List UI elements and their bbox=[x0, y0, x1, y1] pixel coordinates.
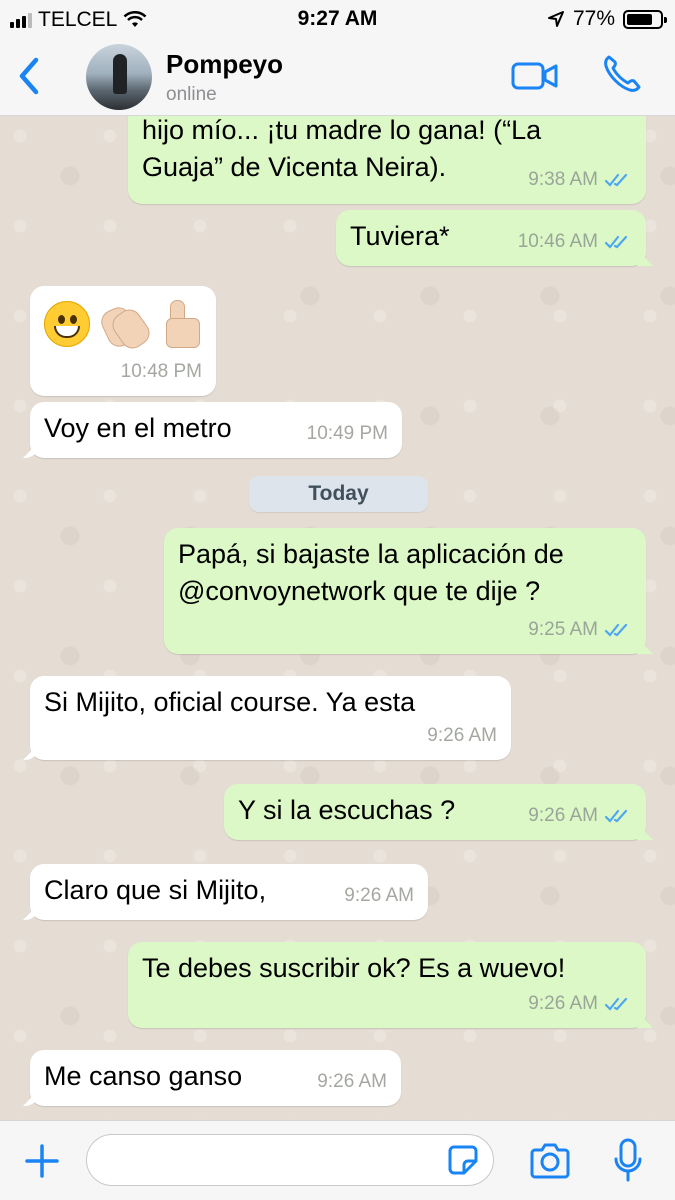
video-call-icon[interactable] bbox=[510, 58, 560, 94]
read-receipt-icon bbox=[604, 997, 628, 1011]
message-text: @convoynetwork que te dije ? bbox=[178, 576, 541, 606]
read-receipt-icon bbox=[604, 235, 628, 249]
avatar[interactable] bbox=[86, 44, 152, 110]
thumbs-up-icon bbox=[158, 298, 206, 350]
sticker-icon[interactable] bbox=[446, 1143, 480, 1177]
message-time: 10:48 PM bbox=[120, 361, 202, 382]
message-text: Papá, si bajaste la aplicación de bbox=[178, 539, 564, 569]
message-time: 9:26 AM bbox=[528, 993, 598, 1014]
message-text: hijo mío... ¡tu madre lo gana! (“La bbox=[142, 116, 542, 145]
contact-name[interactable]: Pompeyo bbox=[166, 49, 283, 80]
phone-icon[interactable] bbox=[600, 52, 644, 96]
plus-icon[interactable] bbox=[22, 1141, 62, 1181]
message-time: 9:26 AM bbox=[427, 725, 497, 746]
message-input[interactable] bbox=[86, 1134, 494, 1186]
clapping-hands-icon bbox=[97, 298, 155, 354]
message-text: Voy en el metro bbox=[44, 413, 232, 443]
message-meta: 9:26 AM bbox=[528, 798, 632, 834]
message-text: Tuviera* bbox=[350, 221, 450, 251]
read-receipt-icon bbox=[604, 809, 628, 823]
message-meta: 9:26 AM bbox=[528, 986, 632, 1022]
grinning-face-icon bbox=[44, 301, 90, 347]
status-right: 77% bbox=[547, 7, 667, 31]
message-time: 10:46 AM bbox=[517, 231, 598, 252]
read-receipt-icon bbox=[604, 623, 628, 637]
read-receipt-icon bbox=[604, 173, 628, 187]
message-incoming[interactable]: Claro que si Mijito, 9:26 AM bbox=[30, 864, 428, 920]
contact-status: online bbox=[166, 84, 217, 105]
message-time: 9:26 AM bbox=[317, 1071, 387, 1092]
status-bar: TELCEL 9:27 AM 77% bbox=[0, 0, 675, 40]
date-separator: Today bbox=[249, 476, 428, 512]
microphone-icon[interactable] bbox=[612, 1137, 644, 1185]
battery-percent: 77% bbox=[572, 7, 615, 30]
chat-header: Pompeyo online bbox=[0, 40, 675, 116]
message-time: 9:38 AM bbox=[528, 169, 598, 190]
message-meta: 9:26 AM bbox=[344, 878, 414, 914]
message-text: Claro que si Mijito, bbox=[44, 875, 267, 905]
battery-icon bbox=[623, 9, 667, 29]
message-time: 9:26 AM bbox=[528, 805, 598, 826]
message-outgoing[interactable]: hijo mío... ¡tu madre lo gana! (“La Guaj… bbox=[128, 116, 646, 204]
camera-icon[interactable] bbox=[528, 1141, 572, 1181]
message-incoming[interactable]: Si Mijito, oficial course. Ya esta 9:26 … bbox=[30, 676, 511, 760]
message-text: Guaja” de Vicenta Neira). bbox=[142, 152, 447, 182]
message-time: 9:26 AM bbox=[344, 885, 414, 906]
message-text: Y si la escuchas ? bbox=[238, 795, 456, 825]
message-meta: 10:46 AM bbox=[518, 224, 632, 260]
message-meta: 9:26 AM bbox=[427, 718, 497, 754]
message-time: 10:49 PM bbox=[306, 423, 388, 444]
composer-bar bbox=[0, 1120, 675, 1200]
message-outgoing[interactable]: Papá, si bajaste la aplicación de @convo… bbox=[164, 528, 646, 654]
message-meta: 9:25 AM bbox=[528, 612, 632, 648]
message-outgoing[interactable]: Te debes suscribir ok? Es a wuevo! 9:26 … bbox=[128, 942, 646, 1028]
message-text: Me canso ganso bbox=[44, 1061, 243, 1091]
message-outgoing[interactable]: Y si la escuchas ? 9:26 AM bbox=[224, 784, 646, 840]
message-meta: 9:38 AM bbox=[528, 162, 632, 198]
message-incoming[interactable]: 10:48 PM bbox=[30, 286, 216, 396]
back-icon[interactable] bbox=[10, 54, 46, 98]
message-time: 9:25 AM bbox=[528, 619, 598, 640]
message-text: Te debes suscribir ok? Es a wuevo! bbox=[142, 953, 566, 983]
message-outgoing[interactable]: Tuviera* 10:46 AM bbox=[336, 210, 646, 266]
message-meta: 10:49 PM bbox=[307, 416, 388, 452]
message-incoming[interactable]: Voy en el metro 10:49 PM bbox=[30, 402, 402, 458]
emoji-row bbox=[44, 298, 206, 354]
message-incoming[interactable]: Me canso ganso 9:26 AM bbox=[30, 1050, 401, 1106]
location-arrow-icon bbox=[547, 11, 564, 27]
message-text: Si Mijito, oficial course. Ya esta bbox=[44, 687, 416, 717]
message-meta: 10:48 PM bbox=[121, 354, 202, 390]
chat-area[interactable]: hijo mío... ¡tu madre lo gana! (“La Guaj… bbox=[0, 116, 675, 1120]
message-meta: 9:26 AM bbox=[317, 1064, 387, 1100]
